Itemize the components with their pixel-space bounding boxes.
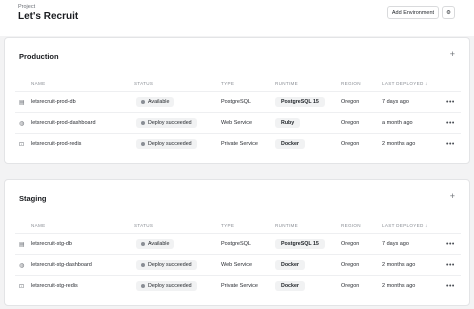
- service-type: Web Service: [221, 262, 253, 268]
- runtime-badge: PostgreSQL 15: [275, 239, 325, 249]
- environment-card-production: Production + NAME STATUS TYPE RUNTIME RE…: [4, 37, 470, 164]
- column-header-status: STATUS: [134, 223, 154, 228]
- region: Oregon: [341, 262, 360, 268]
- lock-icon: ⊡: [19, 141, 25, 148]
- column-header-name: NAME: [31, 223, 46, 228]
- gear-icon: ⚙: [446, 9, 451, 16]
- last-deployed: 7 days ago: [382, 99, 409, 105]
- settings-button[interactable]: ⚙: [442, 6, 455, 19]
- table-row[interactable]: ⊡ letsrecruit-prod-redis Deploy succeede…: [15, 133, 461, 153]
- column-header-runtime: RUNTIME: [275, 81, 299, 86]
- column-header-type: TYPE: [221, 81, 235, 86]
- project-header: Project Let's Recruit Add Environment ⚙: [0, 0, 474, 36]
- add-service-icon[interactable]: +: [450, 191, 455, 201]
- more-options-icon[interactable]: •••: [446, 120, 455, 127]
- column-header-status: STATUS: [134, 81, 154, 86]
- column-header-region: REGION: [341, 81, 361, 86]
- more-options-icon[interactable]: •••: [446, 283, 455, 290]
- status-badge: Deploy succeeded: [136, 139, 197, 149]
- column-header-type: TYPE: [221, 223, 235, 228]
- runtime-badge: Docker: [275, 281, 305, 291]
- service-name[interactable]: letsrecruit-stg-db: [31, 234, 72, 254]
- table-row[interactable]: ◍ letsrecruit-stg-dashboard Deploy succe…: [15, 254, 461, 274]
- column-header-runtime: RUNTIME: [275, 223, 299, 228]
- service-type: PostgreSQL: [221, 241, 251, 247]
- status-badge: Available: [136, 97, 175, 107]
- service-type: Web Service: [221, 120, 253, 126]
- more-options-icon[interactable]: •••: [446, 141, 455, 148]
- service-name[interactable]: letsrecruit-prod-db: [31, 92, 76, 112]
- service-type: PostgreSQL: [221, 99, 251, 105]
- environment-card-staging: Staging + NAME STATUS TYPE RUNTIME REGIO…: [4, 179, 470, 306]
- column-header-name: NAME: [31, 81, 46, 86]
- last-deployed: 2 months ago: [382, 283, 416, 289]
- region: Oregon: [341, 99, 360, 105]
- service-name[interactable]: letsrecruit-stg-redis: [31, 276, 78, 296]
- last-deployed: 7 days ago: [382, 241, 409, 247]
- more-options-icon[interactable]: •••: [446, 241, 455, 248]
- status-badge: Deploy succeeded: [136, 260, 197, 270]
- column-header-last-deployed[interactable]: LAST DEPLOYED ↓: [382, 223, 428, 228]
- more-options-icon[interactable]: •••: [446, 99, 455, 106]
- column-header-region: REGION: [341, 223, 361, 228]
- last-deployed: a month ago: [382, 120, 413, 126]
- status-badge: Available: [136, 239, 175, 249]
- more-options-icon[interactable]: •••: [446, 262, 455, 269]
- environment-title: Staging: [19, 194, 47, 203]
- environment-title: Production: [19, 52, 59, 61]
- project-kicker: Project: [18, 4, 36, 10]
- service-type: Private Service: [221, 283, 258, 289]
- add-environment-button[interactable]: Add Environment: [387, 6, 439, 19]
- last-deployed: 2 months ago: [382, 141, 416, 147]
- runtime-badge: Docker: [275, 139, 305, 149]
- last-deployed: 2 months ago: [382, 262, 416, 268]
- region: Oregon: [341, 241, 360, 247]
- region: Oregon: [341, 283, 360, 289]
- table-row[interactable]: ◍ letsrecruit-prod-dashboard Deploy succ…: [15, 112, 461, 132]
- database-icon: ▤: [19, 241, 25, 248]
- service-name[interactable]: letsrecruit-prod-dashboard: [31, 113, 96, 133]
- region: Oregon: [341, 141, 360, 147]
- service-type: Private Service: [221, 141, 258, 147]
- lock-icon: ⊡: [19, 283, 25, 290]
- add-service-icon[interactable]: +: [450, 49, 455, 59]
- page-title: Let's Recruit: [18, 11, 79, 22]
- runtime-badge: Docker: [275, 260, 305, 270]
- column-header-last-deployed[interactable]: LAST DEPLOYED ↓: [382, 81, 428, 86]
- table-row[interactable]: ▤ letsrecruit-prod-db Available PostgreS…: [15, 91, 461, 111]
- region: Oregon: [341, 120, 360, 126]
- runtime-badge: Ruby: [275, 118, 301, 128]
- database-icon: ▤: [19, 99, 25, 106]
- service-name[interactable]: letsrecruit-stg-dashboard: [31, 255, 92, 275]
- table-row[interactable]: ⊡ letsrecruit-stg-redis Deploy succeeded…: [15, 275, 461, 295]
- status-badge: Deploy succeeded: [136, 281, 197, 291]
- runtime-badge: PostgreSQL 15: [275, 97, 325, 107]
- service-name[interactable]: letsrecruit-prod-redis: [31, 134, 81, 154]
- table-row[interactable]: ▤ letsrecruit-stg-db Available PostgreSQ…: [15, 233, 461, 253]
- status-badge: Deploy succeeded: [136, 118, 197, 128]
- globe-icon: ◍: [19, 120, 25, 127]
- globe-icon: ◍: [19, 262, 25, 269]
